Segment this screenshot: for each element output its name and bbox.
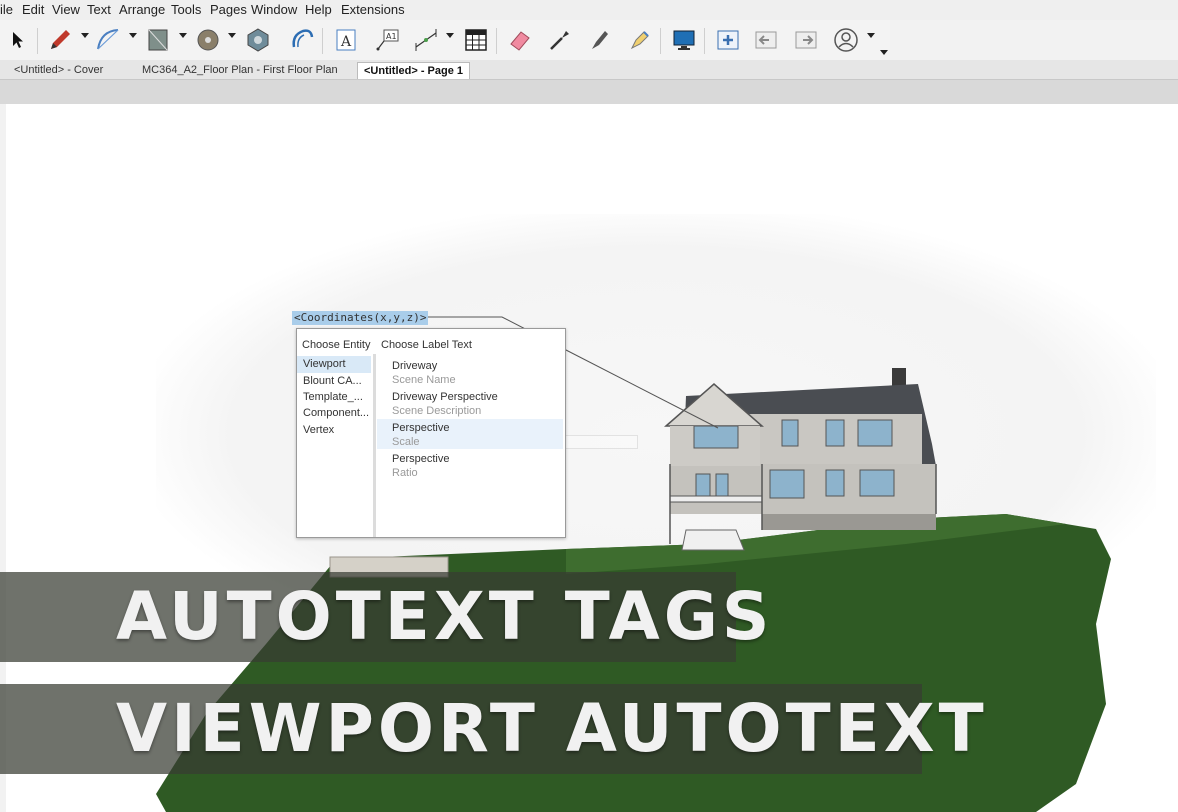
menu-pages[interactable]: Pages: [210, 2, 247, 17]
entity-list: Viewport Blount CA... Template_... Compo…: [297, 354, 376, 537]
label-option-value: Driveway: [392, 360, 438, 372]
label-option-type: Scale: [392, 436, 420, 448]
text-tool-icon[interactable]: A: [332, 26, 360, 54]
menu-file[interactable]: ile: [0, 2, 13, 17]
overlay-title-line-2: VIEWPORT AUTOTEXT: [116, 690, 988, 767]
select-tool-icon[interactable]: [4, 26, 32, 54]
chevron-down-icon[interactable]: [179, 33, 187, 38]
label-option-value: Perspective: [392, 422, 450, 434]
arc-tool-icon[interactable]: [94, 26, 122, 54]
split-tool-icon[interactable]: [626, 26, 654, 54]
svg-text:A1: A1: [386, 32, 397, 41]
dimension-tool-icon[interactable]: [412, 26, 440, 54]
label-option-type: Scene Description: [392, 405, 482, 417]
polygon-tool-icon[interactable]: [244, 26, 272, 54]
menu-help[interactable]: Help: [305, 2, 332, 17]
menu-text[interactable]: Text: [87, 2, 111, 17]
label-option[interactable]: Driveway Perspective Scene Description: [377, 388, 563, 418]
window: [825, 419, 845, 447]
chevron-down-icon[interactable]: [446, 33, 454, 38]
style-brush-icon[interactable]: [586, 26, 614, 54]
label-option-value: Driveway Perspective: [392, 391, 498, 403]
porch-rail: [669, 495, 763, 503]
overlay-title-line-1: AUTOTEXT TAGS: [116, 578, 774, 655]
choose-entity-header: Choose Entity: [302, 339, 371, 351]
toolbar-separator: [704, 28, 705, 54]
window: [695, 473, 711, 499]
window: [769, 469, 805, 499]
window: [859, 469, 895, 497]
menu-view[interactable]: View: [52, 2, 80, 17]
tab-first-floor-plan[interactable]: MC364_A2_Floor Plan - First Floor Plan: [136, 62, 344, 78]
entity-item-viewport[interactable]: Viewport: [297, 356, 371, 373]
previous-page-icon[interactable]: [752, 26, 780, 54]
label-option[interactable]: Perspective Scale: [377, 419, 563, 449]
label-option-type: Scene Name: [392, 374, 456, 386]
user-account-icon[interactable]: [832, 26, 860, 54]
entity-item-vertex[interactable]: Vertex: [297, 422, 371, 439]
next-page-icon[interactable]: [792, 26, 820, 54]
menu-bar: ile Edit View Text Arrange Tools Pages W…: [0, 0, 1178, 20]
document-tabs: <Untitled> - Cover MC364_A2_Floor Plan -…: [0, 60, 1178, 80]
menu-window[interactable]: Window: [251, 2, 297, 17]
front-door: [715, 473, 729, 499]
add-page-icon[interactable]: [714, 26, 742, 54]
chevron-down-icon[interactable]: [228, 33, 236, 38]
eraser-icon[interactable]: [506, 26, 534, 54]
table-tool-icon[interactable]: [462, 26, 490, 54]
entity-item-template[interactable]: Template_...: [297, 389, 371, 406]
menu-edit[interactable]: Edit: [22, 2, 44, 17]
presentation-monitor-icon[interactable]: [670, 26, 698, 54]
pencil-icon[interactable]: [46, 26, 74, 54]
rectangle-tool-icon[interactable]: [144, 26, 172, 54]
front-steps: [681, 529, 745, 551]
label-option[interactable]: Perspective Ratio: [377, 450, 563, 480]
toolbar-separator: [37, 28, 38, 54]
choose-label-text-header: Choose Label Text: [381, 339, 472, 351]
window: [781, 419, 799, 447]
circle-tool-icon[interactable]: [194, 26, 222, 54]
tab-page-1[interactable]: <Untitled> - Page 1: [357, 62, 471, 79]
window: [825, 469, 845, 497]
entity-item-blount[interactable]: Blount CA...: [297, 373, 371, 390]
menu-arrange[interactable]: Arrange: [119, 2, 165, 17]
label-option-type: Ratio: [392, 467, 418, 479]
label-option-value: Perspective: [392, 453, 450, 465]
svg-text:A: A: [340, 34, 352, 50]
autotext-coordinates-tag[interactable]: <Coordinates(x,y,z)>: [292, 311, 429, 325]
label-text-list: Driveway Scene Name Driveway Perspective…: [377, 354, 565, 537]
dialog-header: Choose Entity Choose Label Text: [297, 336, 565, 354]
label-option[interactable]: Driveway Scene Name: [377, 357, 563, 387]
tab-cover[interactable]: <Untitled> - Cover: [8, 62, 109, 78]
offset-tool-icon[interactable]: [288, 26, 316, 54]
foundation: [762, 514, 936, 530]
toolbar-separator: [660, 28, 661, 54]
label-text-chooser[interactable]: Choose Entity Choose Label Text Viewport…: [296, 328, 566, 538]
entity-item-component[interactable]: Component...: [297, 405, 371, 422]
window: [857, 419, 893, 447]
chevron-down-icon[interactable]: [129, 33, 137, 38]
toolbar-separator: [322, 28, 323, 54]
toolbar-overflow-chevron-icon[interactable]: [880, 50, 888, 55]
window: [693, 425, 739, 449]
chevron-down-icon[interactable]: [81, 33, 89, 38]
menu-extensions[interactable]: Extensions: [341, 2, 405, 17]
main-toolbar: A A1: [0, 20, 890, 60]
menu-tools[interactable]: Tools: [171, 2, 201, 17]
eyedropper-icon[interactable]: [546, 26, 574, 54]
label-tool-icon[interactable]: A1: [373, 26, 401, 54]
chevron-down-icon[interactable]: [867, 33, 875, 38]
canvas-top-strip: [0, 80, 1178, 104]
toolbar-separator: [496, 28, 497, 54]
